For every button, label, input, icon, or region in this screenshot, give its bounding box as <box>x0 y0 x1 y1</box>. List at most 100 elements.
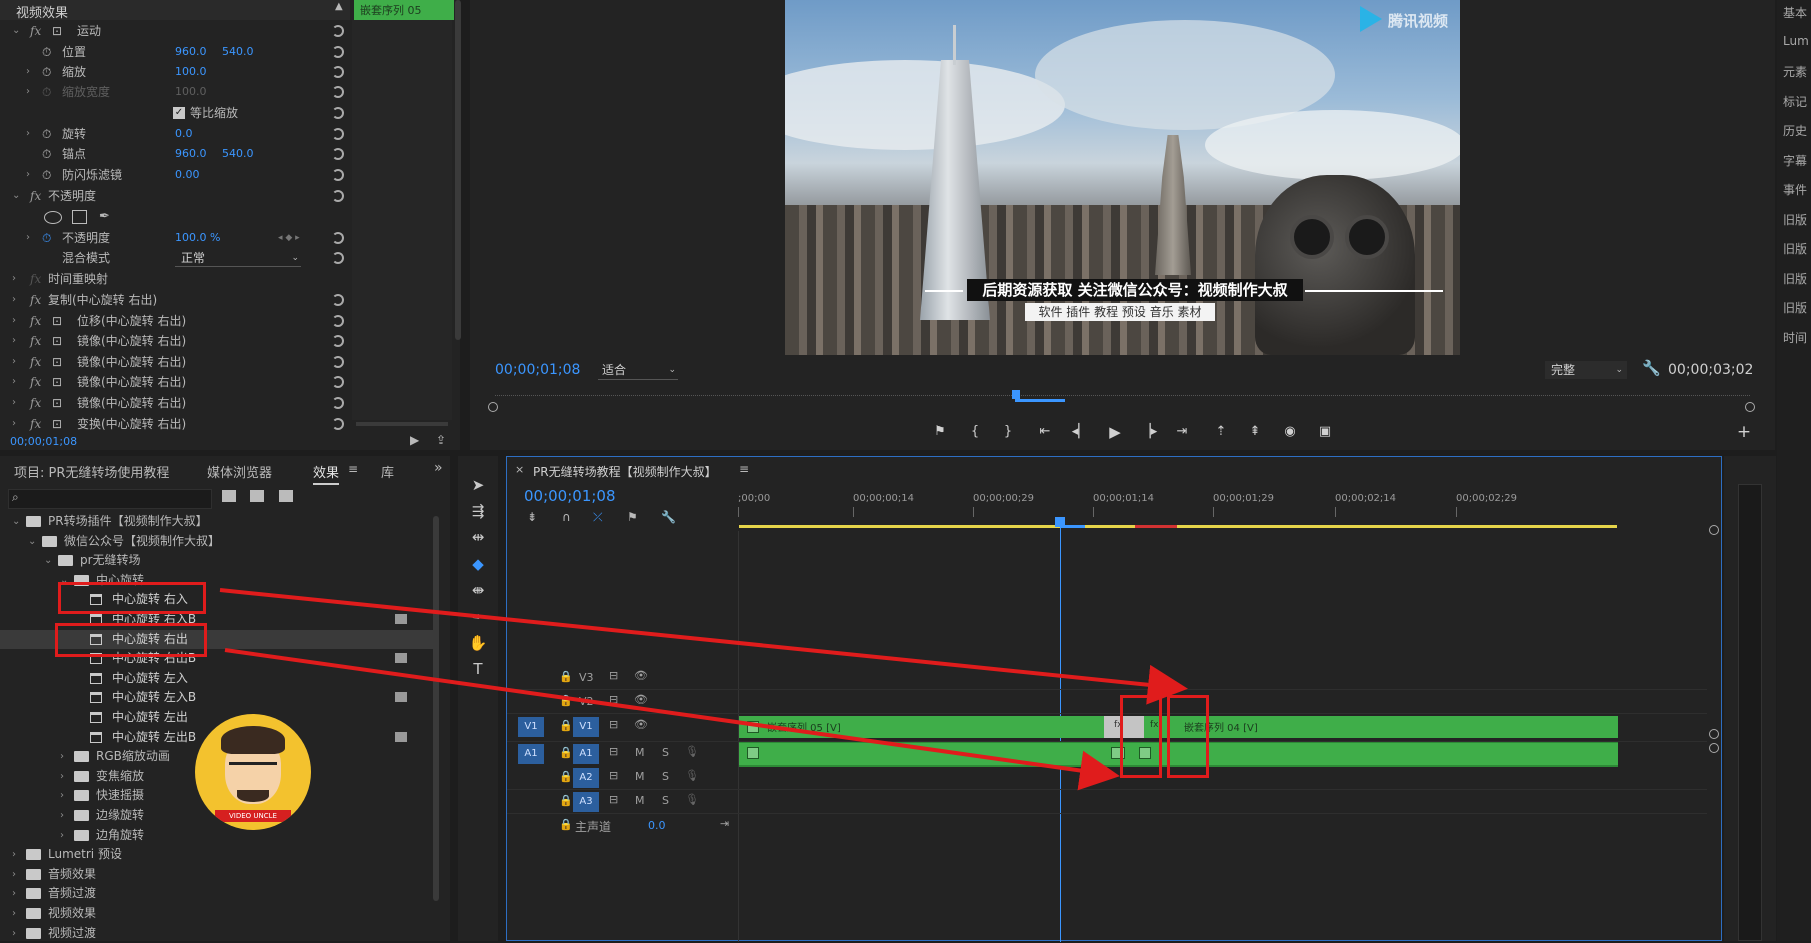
scale-value[interactable]: 100.0 <box>175 62 207 82</box>
position-y-value[interactable]: 540.0 <box>222 42 254 62</box>
extract-icon[interactable]: ⇞ <box>1245 422 1265 442</box>
chevron-right-icon[interactable]: › <box>12 865 16 884</box>
mark-out-icon[interactable]: } <box>998 422 1018 442</box>
effects-folder-item[interactable]: › 边角旋转 <box>0 826 433 845</box>
side-panel-item[interactable]: 标记 <box>1783 93 1809 110</box>
anchor-x-value[interactable]: 960.0 <box>175 144 207 164</box>
timeline-scroll-handle[interactable] <box>1709 525 1719 535</box>
reset-icon[interactable] <box>332 314 344 327</box>
reset-icon[interactable] <box>332 397 344 409</box>
applied-effect-row[interactable]: › fx 复制(中心旋转 右出) <box>0 290 350 310</box>
eye-icon[interactable]: 👁 <box>634 669 648 682</box>
stopwatch-icon[interactable]: ⏱ <box>42 42 51 62</box>
chevron-right-icon[interactable]: › <box>12 311 16 331</box>
chevron-right-icon[interactable]: › <box>12 352 16 372</box>
chevron-right-icon[interactable]: › <box>12 331 16 351</box>
side-panel-item[interactable]: 旧版 <box>1783 240 1809 257</box>
effects-folder-item[interactable]: › 音频过渡 <box>0 884 433 903</box>
fx-icon[interactable]: fx <box>30 372 41 392</box>
stopwatch-icon[interactable]: ⏱ <box>42 165 51 185</box>
mic-icon[interactable]: 🎙 <box>685 769 699 782</box>
sequence-title[interactable]: PR无缝转场教程【视频制作大叔】 <box>533 463 717 480</box>
rectangle-mask-icon[interactable] <box>72 210 87 224</box>
tab-media-browser[interactable]: 媒体浏览器 <box>207 462 272 481</box>
position-x-value[interactable]: 960.0 <box>175 42 207 62</box>
chevron-right-icon[interactable]: › <box>60 806 64 825</box>
step-back-icon[interactable]: ◂▏ <box>1070 422 1090 442</box>
add-button-icon[interactable]: + <box>1734 422 1754 442</box>
effect-controls-timecode[interactable]: 00;00;01;08 <box>10 435 77 448</box>
lock-icon[interactable]: 🔒 <box>559 794 573 807</box>
ripple-edit-tool-icon[interactable]: ⇹ <box>466 526 490 548</box>
blend-mode-select[interactable]: 正常 ⌄ <box>175 250 301 267</box>
opacity-group-row[interactable]: ⌄ fx 不透明度 <box>0 186 350 206</box>
side-panel-item[interactable]: 基本 <box>1783 4 1809 21</box>
eye-icon[interactable]: 👁 <box>634 718 648 731</box>
side-panel-item[interactable]: 元素 <box>1783 63 1809 80</box>
selection-tool-icon[interactable]: ➤ <box>466 474 490 496</box>
anti-flicker-value[interactable]: 0.00 <box>175 165 200 185</box>
sync-lock-icon[interactable]: ⊟ <box>609 718 618 731</box>
accelerated-effects-icon[interactable] <box>222 490 236 502</box>
reset-icon[interactable] <box>332 107 344 119</box>
add-marker-icon[interactable]: ⚑ <box>930 422 950 442</box>
track-select-tool-icon[interactable]: ⇶ <box>466 500 490 522</box>
chevron-right-icon[interactable]: › <box>12 884 16 903</box>
side-panel-item[interactable]: 历史 <box>1783 122 1809 139</box>
time-ruler[interactable]: ;00;00 00;00;00;14 00;00;00;29 00;00;01;14 0… <box>738 493 1723 523</box>
playhead-handle[interactable] <box>1055 517 1065 527</box>
fx-icon[interactable]: fx <box>30 186 41 206</box>
mute-button[interactable]: M <box>635 770 645 783</box>
effect-controls-scrollbar[interactable] <box>455 0 461 340</box>
motion-row[interactable]: ⌄ fx ⊡ 运动 <box>0 21 350 41</box>
track-a2-label[interactable]: A2 <box>573 768 599 788</box>
snap-icon[interactable]: ∩ <box>562 510 571 524</box>
applied-effect-row[interactable]: › fx ⊡ 位移(中心旋转 右出) <box>0 311 350 331</box>
reset-icon[interactable] <box>332 335 344 348</box>
scrub-end-handle[interactable] <box>1745 402 1755 412</box>
program-timecode[interactable]: 00;00;01;08 <box>495 362 580 378</box>
chevron-right-icon[interactable]: › <box>12 845 16 864</box>
tab-library[interactable]: 库 <box>381 462 394 481</box>
reset-icon[interactable] <box>332 128 344 140</box>
side-panel-item[interactable]: Lum <box>1783 34 1809 48</box>
lock-icon[interactable]: 🔒 <box>559 770 573 783</box>
hand-tool-icon[interactable]: ✋ <box>466 632 490 654</box>
sync-lock-icon[interactable]: ⊟ <box>609 693 618 706</box>
effects-preset-item[interactable]: 中心旋转 左入B <box>0 688 433 707</box>
applied-effect-row[interactable]: › fx ⊡ 镜像(中心旋转 右出) <box>0 331 350 351</box>
sync-lock-icon[interactable]: ⊟ <box>609 669 618 682</box>
type-tool-icon[interactable]: T <box>466 658 490 680</box>
chevron-right-icon[interactable]: › <box>60 767 64 786</box>
reset-icon[interactable] <box>332 86 344 98</box>
master-volume-value[interactable]: 0.0 <box>648 819 666 832</box>
effects-folder-item[interactable]: ⌄ pr无缝转场 <box>0 551 433 570</box>
stopwatch-active-icon[interactable]: ⏱ <box>42 228 51 248</box>
chevron-right-icon[interactable]: › <box>12 269 16 289</box>
chevron-right-icon[interactable]: › <box>26 124 30 144</box>
chevron-right-icon[interactable]: › <box>12 904 16 923</box>
fx-icon[interactable]: fx <box>30 352 41 372</box>
track-a3-label[interactable]: A3 <box>573 792 599 812</box>
track-v1-label[interactable]: V1 <box>573 717 599 737</box>
effects-folder-item[interactable]: › Lumetri 预设 <box>0 845 433 864</box>
lift-icon[interactable]: ⇡ <box>1211 422 1231 442</box>
tab-menu-icon[interactable]: ≡ <box>348 462 358 476</box>
clip-v1-right[interactable]: fx 嵌套序列 04 [V] <box>1144 716 1618 738</box>
lock-icon[interactable]: 🔒 <box>559 746 573 759</box>
ellipse-mask-icon[interactable] <box>44 211 62 224</box>
timeline-scroll-handle[interactable] <box>1709 729 1719 739</box>
program-scrub-bar[interactable] <box>495 395 1750 406</box>
reset-icon[interactable] <box>332 252 344 264</box>
chevron-down-icon[interactable]: ⌄ <box>44 551 52 570</box>
fx-icon[interactable]: fx <box>30 21 41 41</box>
chevron-right-icon[interactable]: › <box>26 62 30 82</box>
sync-lock-icon[interactable]: ⊟ <box>609 793 618 806</box>
track-v3-label[interactable]: V3 <box>579 671 594 684</box>
play-icon[interactable]: ▶ <box>1105 422 1125 442</box>
reset-icon[interactable] <box>332 232 344 244</box>
lock-icon[interactable]: 🔒 <box>559 694 573 707</box>
tab-project[interactable]: 项目: PR无缝转场使用教程 <box>14 462 169 481</box>
track-v2-label[interactable]: V2 <box>579 695 594 708</box>
reset-icon[interactable] <box>332 376 344 389</box>
